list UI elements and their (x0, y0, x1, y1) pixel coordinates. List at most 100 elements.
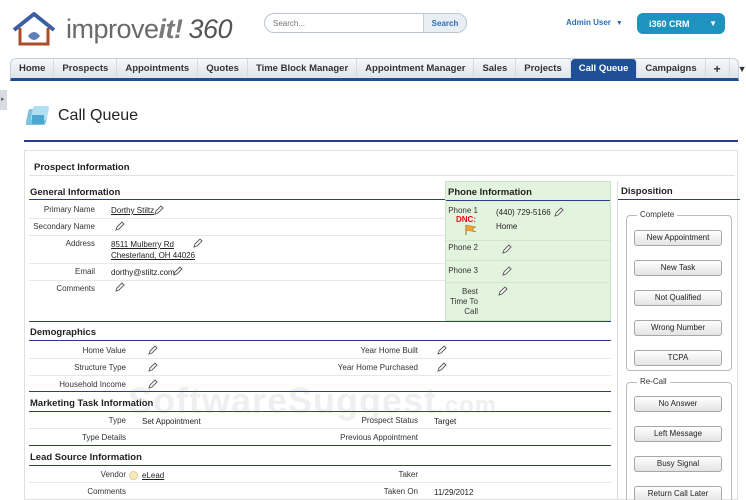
app-switcher-button[interactable]: i360 CRM ▼ (637, 13, 725, 34)
demographics-title: Demographics (30, 327, 96, 338)
add-tab-plus-icon[interactable]: + (706, 59, 730, 78)
divider (29, 235, 445, 236)
main-nav: Home Prospects Appointments Quotes Time … (10, 58, 746, 81)
primary-name-value[interactable]: Dorthy Stiltz (111, 206, 154, 215)
search-button[interactable]: Search (423, 14, 466, 32)
pencil-edit-icon[interactable] (502, 266, 512, 276)
structure-type-label: Structure Type (74, 363, 126, 372)
wrong-number-button[interactable]: Wrong Number (634, 320, 722, 336)
sidebar-toggle[interactable]: ▸ (0, 90, 7, 110)
divider (29, 428, 611, 429)
page-header: Call Queue (24, 100, 738, 142)
phone2-label: Phone 2 (448, 243, 478, 252)
not-qualified-button[interactable]: Not Qualified (634, 290, 722, 306)
pencil-edit-icon[interactable] (498, 286, 508, 296)
taken-on-label: Taken On (383, 487, 418, 496)
tab-time-block-manager[interactable]: Time Block Manager (248, 59, 358, 78)
primary-name-label: Primary Name (43, 205, 95, 214)
vendor-value[interactable]: eLead (142, 471, 164, 480)
best-time-label-line3: Call (464, 307, 478, 316)
best-time-label-line2: Time To (449, 297, 478, 306)
email-value[interactable]: dorthy@stiltz.com (111, 268, 175, 277)
pencil-edit-icon[interactable] (115, 221, 125, 231)
taker-label: Taker (398, 470, 418, 479)
tcpa-button[interactable]: TCPA (634, 350, 722, 366)
complete-group: Complete New Appointment New Task Not Qu… (626, 210, 732, 371)
prospect-info-title: Prospect Information (34, 162, 130, 173)
pencil-edit-icon[interactable] (437, 362, 447, 372)
divider (29, 175, 735, 176)
general-info-title: General Information (30, 187, 121, 198)
phone1-value[interactable]: (440) 729-5166 (496, 208, 551, 217)
pencil-edit-icon[interactable] (154, 205, 164, 215)
phone1-label: Phone 1 (448, 206, 478, 215)
previous-appointment-label: Previous Appointment (340, 433, 418, 442)
user-menu[interactable]: Admin User ▼ (566, 18, 623, 27)
type-label: Type (108, 416, 126, 425)
pencil-edit-icon[interactable] (173, 266, 183, 276)
tab-appointment-manager[interactable]: Appointment Manager (357, 59, 475, 78)
tab-home[interactable]: Home (11, 59, 55, 78)
tab-sales[interactable]: Sales (474, 59, 517, 78)
divider (29, 280, 445, 281)
pencil-edit-icon[interactable] (193, 238, 203, 248)
phone1-type: Home (496, 222, 518, 231)
page-title: Call Queue (58, 107, 139, 124)
chevron-down-icon: ▼ (709, 19, 717, 28)
pencil-edit-icon[interactable] (115, 282, 125, 292)
dnc-label: DNC: (456, 215, 476, 224)
year-built-label: Year Home Built (360, 346, 418, 355)
more-tabs-chevron-down-icon[interactable]: ▼ (730, 59, 746, 78)
tab-projects[interactable]: Projects (516, 59, 571, 78)
disposition-title: Disposition (621, 186, 673, 197)
header: improveit!360 Search Admin User ▼ i360 CR… (0, 0, 746, 58)
divider (446, 240, 610, 241)
secondary-name-label: Secondary Name (33, 222, 95, 231)
new-task-button[interactable]: New Task (634, 260, 722, 276)
tab-campaigns[interactable]: Campaigns (637, 59, 706, 78)
tab-call-queue[interactable]: Call Queue (570, 59, 638, 78)
tab-prospects[interactable]: Prospects (54, 59, 118, 78)
divider (29, 465, 611, 466)
search-box: Search (264, 13, 467, 33)
logo[interactable]: improveit! 360 (10, 10, 233, 48)
pencil-edit-icon[interactable] (148, 345, 158, 355)
pencil-edit-icon[interactable] (502, 244, 512, 254)
tab-quotes[interactable]: Quotes (198, 59, 248, 78)
left-message-button[interactable]: Left Message (634, 426, 722, 442)
app-switcher-label: i360 CRM (649, 18, 690, 29)
type-details-label: Type Details (81, 433, 126, 442)
tab-appointments[interactable]: Appointments (117, 59, 199, 78)
vendor-label: Vendor (100, 470, 126, 479)
address-line1[interactable]: 8511 Mulberry Rd (111, 240, 174, 249)
pencil-edit-icon[interactable] (148, 362, 158, 372)
busy-signal-button[interactable]: Busy Signal (634, 456, 722, 472)
email-label: Email (74, 267, 95, 276)
return-call-later-button[interactable]: Return Call Later (634, 486, 722, 500)
recall-group-title: Re-Call (637, 377, 670, 386)
divider (29, 482, 611, 483)
divider (446, 200, 610, 201)
complete-group-title: Complete (637, 210, 678, 219)
divider (29, 321, 611, 322)
new-appointment-button[interactable]: New Appointment (634, 230, 722, 246)
prospect-detail-panel: Prospect Information General Information… (24, 150, 740, 500)
brand-text: improveit! 360 (66, 13, 233, 44)
taken-on-value: 11/29/2012 (434, 488, 474, 497)
no-answer-button[interactable]: No Answer (634, 396, 722, 412)
disposition-panel: Disposition Complete New Appointment New… (617, 181, 740, 500)
search-input[interactable] (265, 14, 423, 32)
pencil-edit-icon[interactable] (554, 207, 564, 217)
flag-icon[interactable] (464, 224, 478, 236)
house-logo-icon (12, 12, 56, 46)
pencil-edit-icon[interactable] (437, 345, 447, 355)
lead-source-title: Lead Source Information (30, 452, 142, 463)
user-menu-label: Admin User (566, 18, 611, 27)
chevron-right-icon: ▸ (1, 96, 5, 103)
home-value-label: Home Value (82, 346, 126, 355)
best-time-label-line1: Best (461, 287, 478, 296)
watermark: SoftwareSuggest.com (128, 380, 498, 421)
info-icon[interactable] (129, 471, 138, 480)
address-line2[interactable]: Chesterland, OH 44026 (111, 251, 195, 260)
divider (29, 358, 611, 359)
